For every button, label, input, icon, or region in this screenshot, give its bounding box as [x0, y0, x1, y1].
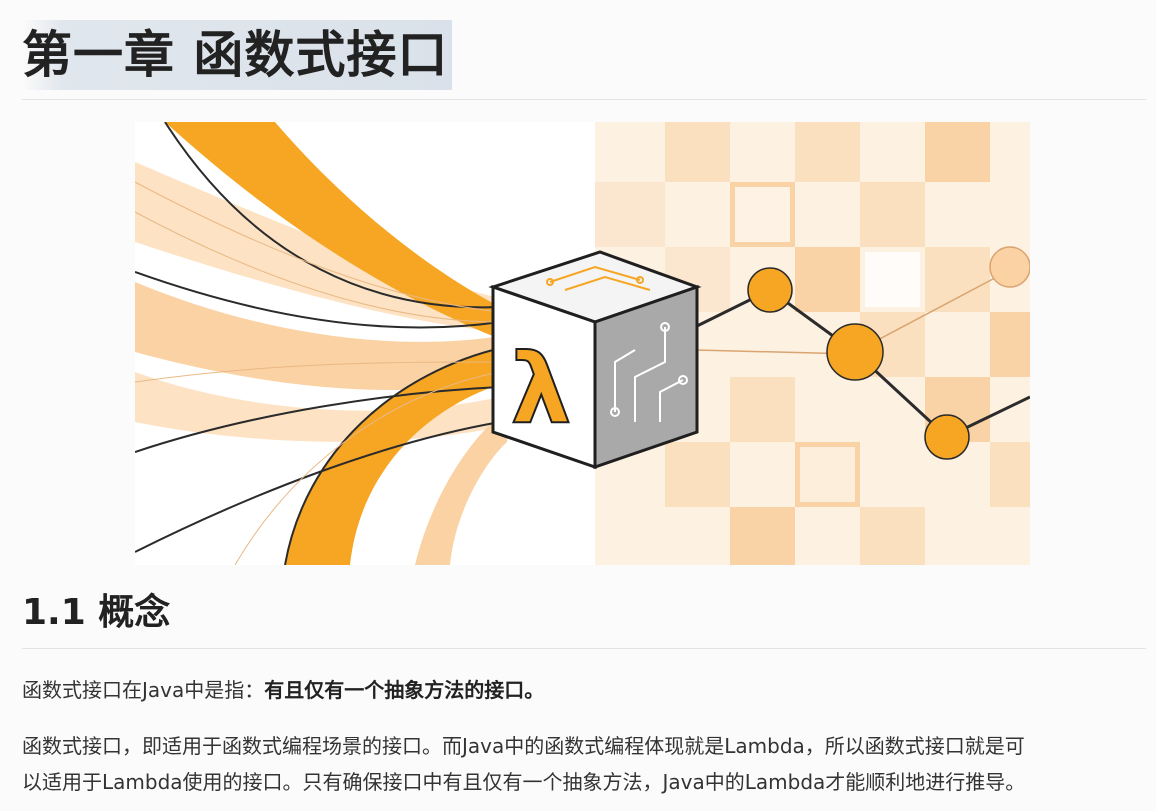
- chapter-heading-wrap: 第一章 函数式接口: [22, 20, 453, 90]
- lambda-symbol: λ: [511, 333, 572, 445]
- heading-divider: [22, 99, 1146, 100]
- swoosh-bands: [135, 122, 507, 565]
- explanation-line-1: 函数式接口，即适用于函数式编程场景的接口。而Java中的函数式编程体现就是Lam…: [22, 734, 1025, 758]
- explanation-line-2: 以适用于Lambda使用的接口。只有确保接口中有且仅有一个抽象方法，Java中的…: [22, 770, 1026, 794]
- section-divider: [22, 648, 1146, 649]
- section-title: 1.1 概念: [22, 592, 171, 633]
- lambda-cube: λ: [488, 250, 702, 470]
- lambda-cube-illustration: λ: [135, 122, 1030, 565]
- hero-illustration: λ: [135, 122, 1030, 565]
- definition-lead: 函数式接口在Java中是指：: [22, 678, 265, 702]
- article-page: 第一章 函数式接口 λ 1.1 概念 函数式接口在Java中是指：有且仅有一个抽…: [0, 0, 1156, 811]
- chapter-title: 第一章 函数式接口: [22, 20, 453, 90]
- definition-paragraph: 函数式接口在Java中是指：有且仅有一个抽象方法的接口。: [22, 672, 1147, 708]
- explanation-paragraph: 函数式接口，即适用于函数式编程场景的接口。而Java中的函数式编程体现就是Lam…: [22, 728, 1147, 800]
- definition-emphasis: 有且仅有一个抽象方法的接口。: [264, 678, 545, 702]
